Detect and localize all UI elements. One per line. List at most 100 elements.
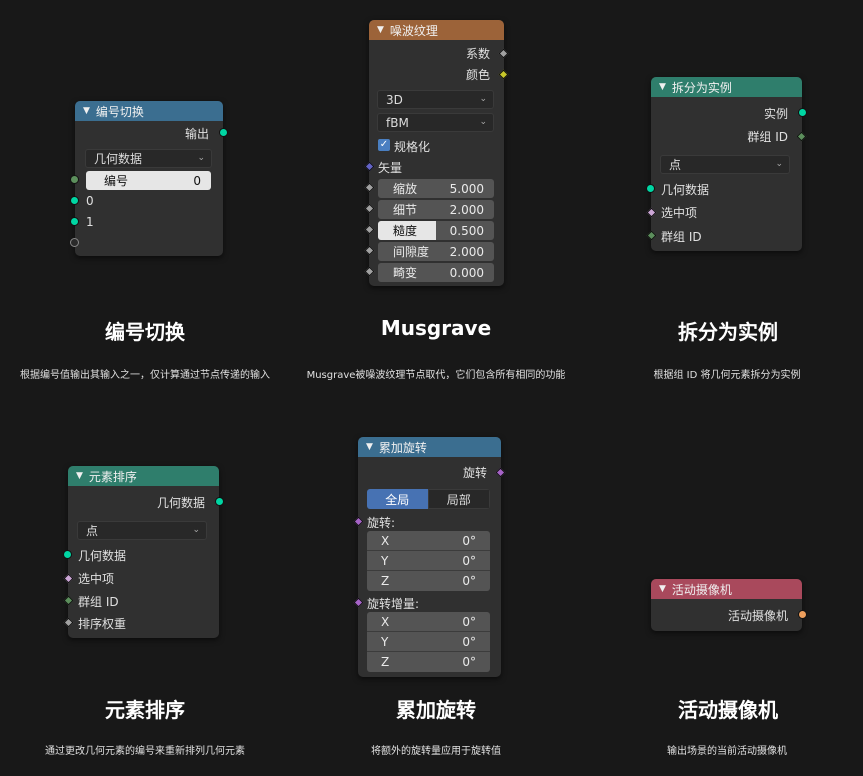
detail-socket[interactable] <box>364 203 375 214</box>
node-accumulate-rotation[interactable]: ▼ 累加旋转 旋转 全局 局部 旋转: X 0° Y 0° Z 0° 旋转增量: X0… <box>353 437 506 677</box>
vector-label: 矢量 <box>378 161 403 175</box>
index-socket[interactable] <box>70 175 79 184</box>
rotation-socket[interactable] <box>353 516 364 527</box>
delta-y-field[interactable]: Y 0° <box>367 632 490 652</box>
chevron-down-icon: ⌄ <box>479 117 487 127</box>
normalize-label: 规格化 <box>394 140 431 154</box>
output-label: 输出 <box>184 127 209 141</box>
domain-dropdown[interactable]: 点 ⌄ <box>77 521 207 540</box>
input-label-sort-weight: 排序权重 <box>78 617 127 631</box>
vector-socket[interactable] <box>364 161 375 172</box>
node-split-to-instances[interactable]: ▼ 拆分为实例 实例 群组 ID 点 ⌄ 几何数据 选中项 群组 ID <box>646 77 807 251</box>
card-title: 拆分为实例 <box>678 320 778 344</box>
output-socket-instances[interactable] <box>798 108 807 117</box>
chevron-down-icon[interactable]: ▼ <box>659 584 666 594</box>
checkmark-icon: ✓ <box>379 139 389 150</box>
output-socket-camera[interactable] <box>798 610 807 619</box>
output-label-rotation: 旋转 <box>462 466 487 480</box>
input-socket-selection[interactable] <box>63 573 74 584</box>
delta-z-field[interactable]: Z 0° <box>367 652 490 672</box>
node-active-camera[interactable]: ▼ 活动摄像机 活动摄像机 <box>651 579 807 631</box>
rotation-delta-socket[interactable] <box>353 597 364 608</box>
input-socket-geometry[interactable] <box>63 550 72 559</box>
rotation-label: 旋转: <box>367 516 396 530</box>
chevron-down-icon[interactable]: ▼ <box>83 106 90 116</box>
index-field[interactable]: 编号 0 <box>86 171 211 190</box>
input-label-geometry: 几何数据 <box>78 549 127 563</box>
toggle-global[interactable]: 全局 <box>367 489 428 509</box>
card-title: Musgrave <box>380 316 492 340</box>
node-header[interactable]: ▼ 拆分为实例 <box>651 77 802 97</box>
chevron-down-icon: ⌄ <box>775 159 783 169</box>
input-socket-1[interactable] <box>70 217 79 226</box>
node-header-label: 活动摄像机 <box>671 582 732 597</box>
chevron-down-icon[interactable]: ▼ <box>366 442 373 452</box>
output-socket-geometry[interactable] <box>215 497 224 506</box>
node-header[interactable]: ▼ 活动摄像机 <box>651 579 802 599</box>
rotation-x-field[interactable]: X 0° <box>367 531 490 551</box>
rotation-z-field[interactable]: Z 0° <box>367 571 490 591</box>
node-header[interactable]: ▼ 累加旋转 <box>358 437 501 457</box>
output-socket-group-id[interactable] <box>796 131 807 142</box>
output-socket-color[interactable] <box>498 69 509 80</box>
roughness-socket[interactable] <box>364 224 375 235</box>
distortion-socket[interactable] <box>364 266 375 277</box>
roughness-slider[interactable]: 糙度 0.500 <box>378 221 494 240</box>
dimensions-dropdown[interactable]: 3D ⌄ <box>377 90 494 109</box>
scale-field[interactable]: 缩放 5.000 <box>378 179 494 198</box>
rotation-y-field[interactable]: Y 0° <box>367 551 490 571</box>
empty-socket[interactable] <box>70 238 79 247</box>
card-desc: 输出场景的当前活动摄像机 <box>667 746 787 757</box>
normalize-checkbox[interactable]: ✓ <box>378 139 390 151</box>
input-socket-geometry[interactable] <box>646 184 655 193</box>
card-title: 编号切换 <box>105 320 185 344</box>
node-noise-texture[interactable]: ▼ 噪波纹理 系数 颜色 3D ⌄ fBM ⌄ ✓ 规格化 矢量 缩放 5.000 细… <box>364 20 509 286</box>
input-socket-selection[interactable] <box>646 207 657 218</box>
node-header-label: 拆分为实例 <box>671 80 732 95</box>
node-header[interactable]: ▼ 元素排序 <box>68 466 219 486</box>
node-header-label: 编号切换 <box>95 104 144 119</box>
output-label-camera: 活动摄像机 <box>727 609 788 623</box>
card-desc: 通过更改几何元素的编号来重新排列几何元素 <box>45 746 245 757</box>
chevron-down-icon[interactable]: ▼ <box>76 471 83 481</box>
chevron-down-icon[interactable]: ▼ <box>659 82 666 92</box>
space-toggle[interactable]: 全局 局部 <box>367 489 490 509</box>
node-sort-elements[interactable]: ▼ 元素排序 几何数据 点 ⌄ 几何数据 选中项 群组 ID 排序权重 <box>63 466 224 638</box>
input-socket-sort-weight[interactable] <box>63 617 74 628</box>
output-socket-rotation[interactable] <box>495 467 506 478</box>
card-title: 累加旋转 <box>396 698 476 722</box>
node-header-label: 累加旋转 <box>378 440 427 455</box>
output-socket[interactable] <box>219 128 228 137</box>
lacunarity-socket[interactable] <box>364 245 375 256</box>
scale-socket[interactable] <box>364 182 375 193</box>
input-label-group-id: 群组 ID <box>78 595 119 609</box>
card-title: 活动摄像机 <box>678 698 778 722</box>
input-socket-group-id[interactable] <box>646 230 657 241</box>
delta-x-field[interactable]: X 0° <box>367 612 490 632</box>
distortion-field[interactable]: 畸变 0.000 <box>378 263 494 282</box>
output-socket-factor[interactable] <box>498 48 509 59</box>
card-desc: 将额外的旋转量应用于旋转值 <box>371 746 501 757</box>
input-socket-0[interactable] <box>70 196 79 205</box>
domain-dropdown[interactable]: 点 ⌄ <box>660 155 790 174</box>
lacunarity-field[interactable]: 间隙度 2.000 <box>378 242 494 261</box>
node-header[interactable]: ▼ 噪波纹理 <box>369 20 504 40</box>
node-index-switch[interactable]: ▼ 编号切换 输出 几何数据 ⌄ 编号 0 0 1 <box>70 101 228 256</box>
output-label-group-id: 群组 ID <box>747 130 788 144</box>
chevron-down-icon: ⌄ <box>197 153 205 163</box>
input-label-selection: 选中项 <box>661 206 698 220</box>
chevron-down-icon[interactable]: ▼ <box>377 25 384 35</box>
type-dropdown[interactable]: fBM ⌄ <box>377 113 494 132</box>
card-desc: Musgrave被噪波纹理节点取代，它们包含所有相同的功能 <box>306 370 566 381</box>
node-header-label: 噪波纹理 <box>389 23 438 38</box>
rotation-delta-label: 旋转增量: <box>367 597 420 611</box>
node-header[interactable]: ▼ 编号切换 <box>75 101 223 121</box>
toggle-local[interactable]: 局部 <box>427 489 490 509</box>
detail-field[interactable]: 细节 2.000 <box>378 200 494 219</box>
chevron-down-icon: ⌄ <box>192 525 200 535</box>
output-label-factor: 系数 <box>465 47 490 61</box>
input-socket-group-id[interactable] <box>63 595 74 606</box>
input-label-1: 1 <box>86 215 94 229</box>
domain-dropdown[interactable]: 几何数据 ⌄ <box>85 149 212 168</box>
card-desc: 根据组 ID 将几何元素拆分为实例 <box>653 370 801 381</box>
